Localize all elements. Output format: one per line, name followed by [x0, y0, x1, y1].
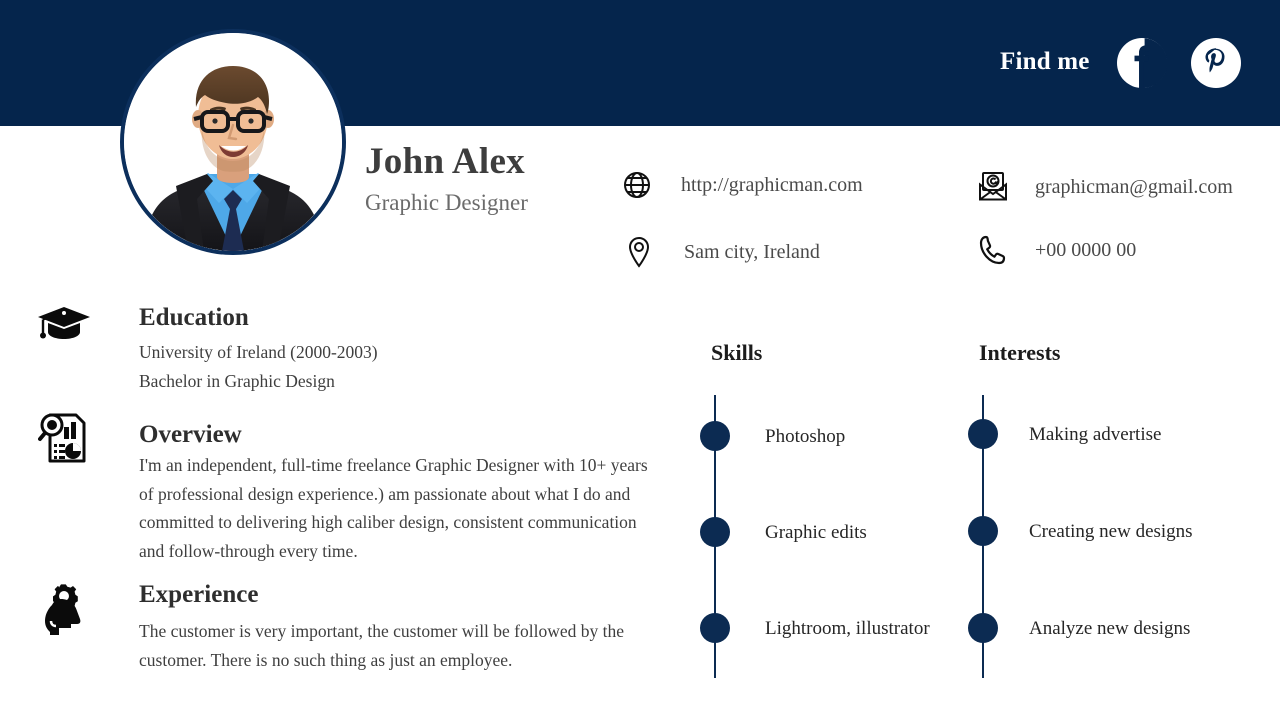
job-title: Graphic Designer: [365, 190, 528, 215]
find-me-label: Find me: [1000, 48, 1090, 75]
website-text: http://graphicman.com: [681, 173, 863, 196]
overview-body: I'm an independent, full-time freelance …: [139, 455, 648, 561]
contact-email[interactable]: graphicman@gmail.com: [976, 170, 1233, 204]
interest-item: Analyze new designs: [968, 613, 1190, 643]
timeline-dot-icon: [700, 421, 730, 451]
avatar: [120, 29, 346, 255]
interest-label: Making advertise: [1029, 423, 1162, 445]
email-text: graphicman@gmail.com: [1035, 175, 1233, 198]
timeline-dot-icon: [700, 517, 730, 547]
skill-item: Graphic edits: [700, 517, 867, 547]
page-title: John Alex: [365, 141, 525, 182]
education-line: Bachelor in Graphic Design: [139, 370, 335, 391]
skill-label: Lightroom, illustrator: [765, 617, 930, 639]
globe-icon: [620, 168, 654, 202]
skill-item: Lightroom, illustrator: [700, 613, 930, 643]
skills-column: Skills Photoshop Graphic edits Lightroom…: [700, 340, 1000, 685]
education-line: University of Ireland (2000-2003): [139, 342, 378, 362]
interest-item: Making advertise: [968, 419, 1161, 449]
location-pin-icon: [622, 235, 656, 269]
pinterest-icon[interactable]: [1191, 38, 1241, 88]
email-icon: [976, 170, 1010, 204]
timeline-dot-icon: [700, 613, 730, 643]
phone-text: +00 0000 00: [1035, 238, 1137, 261]
facebook-icon[interactable]: [1117, 38, 1167, 88]
overview-title: Overview: [139, 421, 242, 448]
contact-block: http://graphicman.com graphicman@gmail.c…: [620, 160, 1280, 280]
interests-column: Interests Making advertise Creating new …: [968, 340, 1268, 685]
phone-icon: [976, 233, 1010, 267]
resume-page: Find me John Alex Graphic Designer http:…: [0, 0, 1280, 720]
skill-label: Graphic edits: [765, 521, 867, 543]
education-title: Education: [139, 304, 249, 331]
timeline-dot-icon: [968, 419, 998, 449]
education-body: University of Ireland (2000-2003) Bachel…: [139, 338, 609, 395]
skill-item: Photoshop: [700, 421, 845, 451]
timeline-dot-icon: [968, 613, 998, 643]
location-text: Sam city, Ireland: [684, 240, 820, 263]
interest-item: Creating new designs: [968, 516, 1193, 546]
timeline-dot-icon: [968, 516, 998, 546]
contact-website[interactable]: http://graphicman.com: [620, 168, 863, 202]
interest-label: Analyze new designs: [1029, 617, 1191, 639]
skills-heading: Skills: [711, 340, 763, 365]
head-gear-icon: [34, 583, 94, 641]
skill-label: Photoshop: [765, 425, 846, 447]
report-analysis-icon: [34, 411, 94, 469]
contact-phone[interactable]: +00 0000 00: [976, 233, 1136, 267]
contact-location[interactable]: Sam city, Ireland: [622, 235, 820, 269]
experience-body: The customer is very important, the cust…: [139, 621, 625, 670]
interest-label: Creating new designs: [1029, 520, 1193, 542]
graduation-cap-icon: [34, 304, 94, 362]
interests-heading: Interests: [979, 340, 1061, 365]
experience-title: Experience: [139, 581, 259, 608]
